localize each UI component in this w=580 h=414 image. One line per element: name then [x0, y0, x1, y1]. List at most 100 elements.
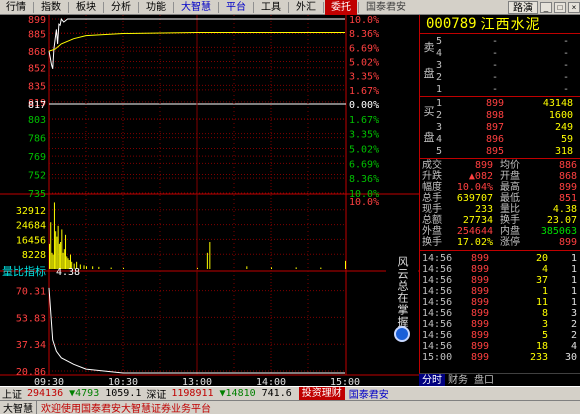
close-icon[interactable]: ×: [568, 2, 580, 13]
menu-item-1[interactable]: 指数: [35, 0, 67, 15]
menu-item-2[interactable]: 板块: [70, 0, 102, 15]
tick-price: 899: [471, 352, 490, 363]
level-volume: 249: [554, 122, 573, 133]
price-tick-label: 803: [28, 115, 46, 126]
tick-time: 14:56: [422, 275, 453, 286]
stat-value: 868: [558, 171, 577, 182]
pct-tick-label: 6.69%: [349, 159, 379, 170]
promo-link[interactable]: 投资理财: [298, 387, 345, 400]
tick-volume: 11: [535, 297, 548, 308]
tick-volume: 20: [535, 253, 548, 264]
tick-price: 899: [471, 319, 490, 330]
tick-volume: 8: [541, 308, 548, 319]
tick-price: 899: [471, 297, 490, 308]
roadshow-button[interactable]: 路演: [508, 1, 538, 14]
time-tick-label: 15:00: [330, 377, 360, 386]
stat-row: 现手 233 量比 4.38: [422, 204, 579, 215]
stat-label: 升跌: [422, 171, 442, 182]
level-volume: -: [562, 84, 569, 95]
tick-row: 14:56 899 20 1: [422, 253, 579, 264]
stock-name: 江西水泥: [480, 16, 541, 32]
sell-level-row[interactable]: 2 - -: [436, 72, 579, 84]
stat-label: 总手: [422, 193, 442, 204]
sell-level-row[interactable]: 1 - -: [436, 84, 579, 96]
menu-separator: [173, 1, 174, 13]
menu-separator: [358, 1, 359, 13]
app-name: 大智慧: [0, 401, 37, 414]
stat-value: 10.04%: [456, 182, 493, 193]
pct-tick-label: 3.35%: [349, 130, 379, 141]
restore-icon[interactable]: □: [554, 2, 566, 13]
menu-item-9[interactable]: 委托: [325, 0, 357, 15]
tick-time: 15:00: [422, 352, 453, 363]
buy-level-row[interactable]: 1 899 43148: [436, 98, 579, 110]
sell-level-row[interactable]: 5 - -: [436, 36, 579, 48]
level-price: 899: [486, 98, 505, 109]
tick-count: 2: [570, 319, 577, 330]
level-volume: -: [562, 72, 569, 83]
sh-index-label[interactable]: 上证: [0, 387, 24, 400]
stat-label: 最低: [500, 193, 520, 204]
menu-item-3[interactable]: 分析: [105, 0, 137, 15]
marquee-bar: 大智慧 欢迎使用国泰君安大智慧证券业务平台: [0, 400, 580, 414]
broker-link[interactable]: 国泰君安: [349, 387, 389, 400]
stock-code: 000789: [426, 16, 477, 32]
stat-row: 幅度 10.04% 最高 899: [422, 182, 579, 193]
level-price: -: [492, 72, 499, 83]
tick-row: 14:56 899 4 1: [422, 264, 579, 275]
buy-level-row[interactable]: 2 898 1600: [436, 110, 579, 122]
buy-level-row[interactable]: 4 896 59: [436, 134, 579, 146]
sell-side-label: 卖: [423, 42, 435, 54]
menu-item-8[interactable]: 外汇: [290, 0, 322, 15]
tick-volume: 233: [529, 352, 548, 363]
tick-time: 14:56: [422, 297, 453, 308]
banner-logo-icon: [394, 326, 410, 342]
time-tick-label: 10:30: [108, 377, 138, 386]
tick-price: 899: [471, 308, 490, 319]
tick-row: 14:56 899 11 1: [422, 297, 579, 308]
stat-row: 总额 27734 换手 23.07: [422, 215, 579, 226]
tick-count: 1: [570, 253, 577, 264]
minimize-icon[interactable]: _: [540, 2, 552, 13]
level-index: 4: [436, 48, 443, 59]
menu-item-0[interactable]: 行情: [0, 0, 32, 15]
tick-count: 4: [570, 341, 577, 352]
pct-tick-label: 8.36%: [349, 29, 379, 40]
sz-index-label[interactable]: 深证: [144, 387, 168, 400]
menu-item-10[interactable]: 国泰君安: [360, 0, 412, 15]
sell-level-row[interactable]: 4 - -: [436, 48, 579, 60]
sz-index-change: ▼14810: [219, 388, 256, 399]
side-banner[interactable]: 风云总在掌握: [386, 252, 418, 350]
tick-price: 899: [471, 330, 490, 341]
tick-row: 14:56 899 5 2: [422, 330, 579, 341]
tick-time: 14:56: [422, 308, 453, 319]
buy-level-row[interactable]: 3 897 249: [436, 122, 579, 134]
window-controls: 路演 _ □ ×: [506, 0, 580, 15]
stat-row: 总手 639707 最低 851: [422, 193, 579, 204]
tick-volume: 1: [541, 286, 548, 297]
tick-volume: 3: [541, 319, 548, 330]
sh-index-amount: 1059.1: [105, 388, 142, 399]
ratio-title: 量比指标: [2, 264, 46, 278]
tick-volume: 37: [535, 275, 548, 286]
tick-count: 2: [570, 330, 577, 341]
buy-level-row[interactable]: 5 895 318: [436, 146, 579, 158]
menu-item-4[interactable]: 功能: [140, 0, 172, 15]
menu-separator: [323, 1, 324, 13]
panel-tab-2[interactable]: 盘口: [471, 374, 497, 387]
panel-tab-1[interactable]: 财务: [445, 374, 471, 387]
panel-tab-0[interactable]: 分时: [419, 373, 445, 387]
sell-level-row[interactable]: 3 - -: [436, 60, 579, 72]
pct-tick-label: 8.36%: [349, 174, 379, 185]
volume-tick-label: 8228: [22, 250, 46, 261]
menu-item-7[interactable]: 工具: [255, 0, 287, 15]
menu-separator: [218, 1, 219, 13]
pct-tick-label: 5.02%: [349, 58, 379, 69]
volume-tick-label: 24684: [16, 221, 46, 232]
status-bar: 上证 294136 ▼4793 1059.1 深证 1198911 ▼14810…: [0, 386, 580, 400]
stat-row: 升跌 ▲082 开盘 868: [422, 171, 579, 182]
tick-count: 1: [570, 275, 577, 286]
tick-row: 14:56 899 3 2: [422, 319, 579, 330]
menu-item-5[interactable]: 大智慧: [175, 0, 217, 15]
menu-item-6[interactable]: 平台: [220, 0, 252, 15]
